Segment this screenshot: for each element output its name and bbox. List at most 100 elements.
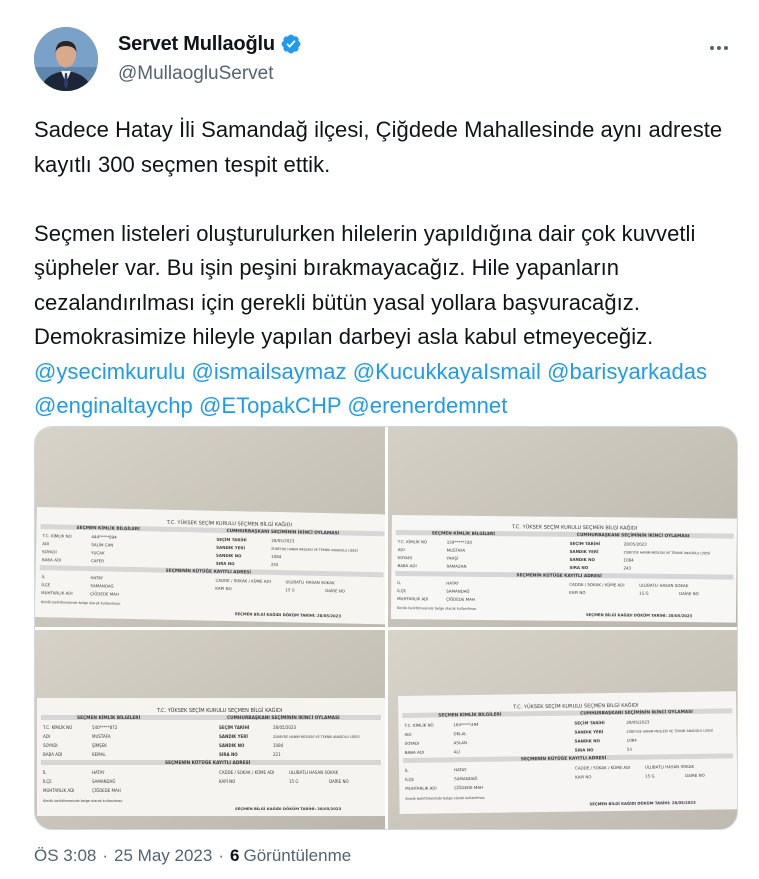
- tweet-time[interactable]: ÖS 3:08: [34, 846, 96, 866]
- doc-label: SANDIK YERİ: [574, 729, 603, 734]
- tweet-text: Sadece Hatay İli Samandağ ilçesi, Çiğded…: [34, 113, 734, 424]
- mention-link[interactable]: @KucukkayaIsmail: [353, 359, 541, 384]
- doc-label: T.C. KİMLİK NO: [42, 725, 72, 730]
- doc-label: DAİRE NO: [329, 779, 349, 784]
- tweet-photo[interactable]: T.C. YÜKSEK SEÇİM KURULU SEÇMEN BİLGİ KA…: [388, 630, 737, 829]
- doc-label: CADDE / SOKAK / KÜME ADI: [569, 582, 624, 588]
- doc-value: CAFER: [91, 558, 104, 563]
- doc-label: MUHTARLIK ADI: [41, 590, 72, 596]
- doc-footer: SEÇMEN BİLGİ KAĞIDI DÖKÜM TARİHİ: 28/05/…: [235, 806, 342, 811]
- doc-label: SOYADI: [405, 741, 420, 746]
- doc-label: BABA ADI: [43, 752, 62, 757]
- doc-footer: Kimlik belirtilmesinde belge olarak kull…: [43, 799, 123, 803]
- mention-link[interactable]: @ismailsaymaz: [192, 359, 347, 384]
- doc-value: 444*****894: [91, 534, 117, 540]
- doc-value: ŞİMŞEK: [92, 743, 107, 748]
- doc-label: MUHTARLIK ADI: [405, 785, 436, 790]
- doc-value: ÇİĞDEDE MAH: [454, 785, 483, 790]
- doc-value: 1084: [624, 557, 635, 562]
- doc-label: KAPI NO: [569, 590, 585, 595]
- doc-value: 255: [271, 562, 279, 567]
- doc-value: ULUBATLI HASAN SOKAK: [645, 764, 695, 770]
- author-handle[interactable]: @MullaogluServet: [118, 63, 302, 85]
- doc-value: 540*****872: [92, 725, 118, 730]
- tweet-photo[interactable]: T.C. YÜKSEK SEÇİM KURULU SEÇMEN BİLGİ KA…: [35, 427, 385, 627]
- doc-label: KAPI NO: [219, 779, 235, 784]
- author-display-name[interactable]: Servet Mullaoğlu: [118, 33, 275, 56]
- doc-value: 28/05/2023: [624, 541, 648, 546]
- doc-label: T.C. KİMLİK NO: [403, 723, 433, 728]
- doc-value: 28/05/2023: [626, 719, 650, 724]
- separator: ·: [102, 846, 109, 865]
- views-label: Görüntülenme: [243, 846, 352, 865]
- avatar[interactable]: [34, 27, 98, 91]
- doc-value: HATAY: [90, 575, 103, 580]
- doc-value: HATAY: [454, 767, 467, 772]
- doc-label: SOYADI: [398, 555, 413, 560]
- separator: ·: [218, 846, 225, 865]
- doc-label: CADDE / SOKAK / KÜME ADI: [219, 770, 274, 775]
- tweet-photo[interactable]: T.C. YÜKSEK SEÇİM KURULU SEÇMEN BİLGİ KA…: [388, 427, 737, 627]
- doc-label: SEÇİM TARİHİ: [216, 537, 247, 543]
- doc-label: İLÇE: [41, 582, 50, 587]
- doc-value: ÇİĞDEDE MAH: [90, 591, 119, 597]
- doc-label: BABA ADI: [42, 557, 61, 562]
- doc-value: ULUBATLI HASAN SOKAK: [289, 770, 339, 775]
- doc-title: T.C. YÜKSEK SEÇİM KURULU SEÇMEN BİLGİ KA…: [511, 523, 637, 531]
- doc-value: SAMANDAĞ: [92, 779, 115, 784]
- doc-label: CADDE / SOKAK / KÜME ADI: [575, 765, 630, 771]
- doc-value: ALİ: [454, 749, 460, 754]
- doc-label: SANDIK NO: [216, 553, 242, 559]
- doc-label: T.C. KİMLİK NO: [41, 533, 71, 539]
- doc-value: ULUBATLI HASAN SOKAK: [639, 583, 689, 589]
- doc-label: SIRA NO: [575, 747, 594, 752]
- doc-value: HATAY: [92, 770, 105, 775]
- more-options-icon[interactable]: [704, 37, 734, 59]
- doc-label: SANDIK NO: [570, 557, 596, 562]
- doc-value: 1084: [271, 554, 282, 559]
- doc-value: 159*****720: [447, 540, 473, 545]
- doc-value: 1084: [627, 738, 638, 743]
- doc-value: SAMANDAĞ: [454, 776, 477, 781]
- mention-link[interactable]: @ETopakCHP: [199, 393, 341, 418]
- doc-label: DAİRE NO: [685, 773, 705, 778]
- doc-right-header: CUMHURBAŞKANI SEÇİMİNİN İKİNCİ OYLAMASI: [227, 714, 340, 721]
- doc-value: ÇİĞDEDE MAH: [446, 597, 475, 602]
- doc-label: MUHTARLIK ADI: [43, 788, 74, 793]
- doc-label: ADI: [398, 547, 405, 552]
- doc-value: HATAY: [446, 581, 459, 586]
- doc-value: KEMAL: [92, 752, 106, 757]
- doc-label: DAİRE NO: [325, 588, 345, 593]
- doc-label: MUHTARLIK ADI: [397, 596, 428, 601]
- doc-label: SOYADI: [42, 549, 57, 554]
- doc-value: 15 G: [639, 591, 649, 596]
- doc-address-header: SEÇMENİN KÜTÜĞE KAYITLI ADRESİ: [165, 759, 251, 766]
- tweet-paragraph-2-text: Seçmen listeleri oluşturulurken hileleri…: [34, 220, 696, 350]
- mention-link[interactable]: @barisyarkadas: [547, 359, 707, 384]
- doc-label: BABA ADI: [405, 750, 424, 755]
- mention-link[interactable]: @erenerdemnet: [347, 393, 507, 418]
- doc-label: ADI: [42, 541, 49, 546]
- doc-value: ZÜBEYDE HANIM MESLEKİ VE TEKNİK ANADOLU …: [624, 549, 711, 555]
- doc-value: DELAL: [453, 731, 467, 736]
- doc-label: KAPI NO: [215, 586, 231, 591]
- doc-value: 28/05/2023: [273, 725, 297, 730]
- media-grid: T.C. YÜKSEK SEÇİM KURULU SEÇMEN BİLGİ KA…: [34, 426, 738, 830]
- doc-label: SIRA NO: [569, 565, 588, 570]
- mention-link[interactable]: @ysecimkurulu: [34, 359, 185, 384]
- tweet-card: Servet Mullaoğlu @MullaogluServet Sadece…: [0, 0, 759, 879]
- tweet-photo[interactable]: T.C. YÜKSEK SEÇİM KURULU SEÇMEN BİLGİ KA…: [35, 630, 385, 829]
- doc-value: ZÜBEYDE HANIM MESLEKİ VE TEKNİK ANADOLU …: [273, 734, 360, 739]
- verified-badge-icon: [280, 33, 302, 55]
- tweet-date[interactable]: 25 May 2023: [114, 846, 212, 866]
- doc-value: MUSTAFA: [92, 734, 111, 739]
- doc-value: 15 G: [285, 587, 295, 592]
- doc-value: 243: [623, 565, 631, 570]
- doc-value: ÇİĞDEDE MAH: [92, 788, 121, 793]
- doc-value: SAMANDAĞ: [90, 583, 113, 588]
- doc-label: İLÇE: [43, 779, 52, 784]
- doc-title: T.C. YÜKSEK SEÇİM KURULU SEÇMEN BİLGİ KA…: [156, 707, 282, 714]
- mention-link[interactable]: @enginaltaychp: [34, 393, 193, 418]
- doc-label: SANDIK YERİ: [216, 545, 245, 551]
- doc-value: 53: [627, 747, 633, 752]
